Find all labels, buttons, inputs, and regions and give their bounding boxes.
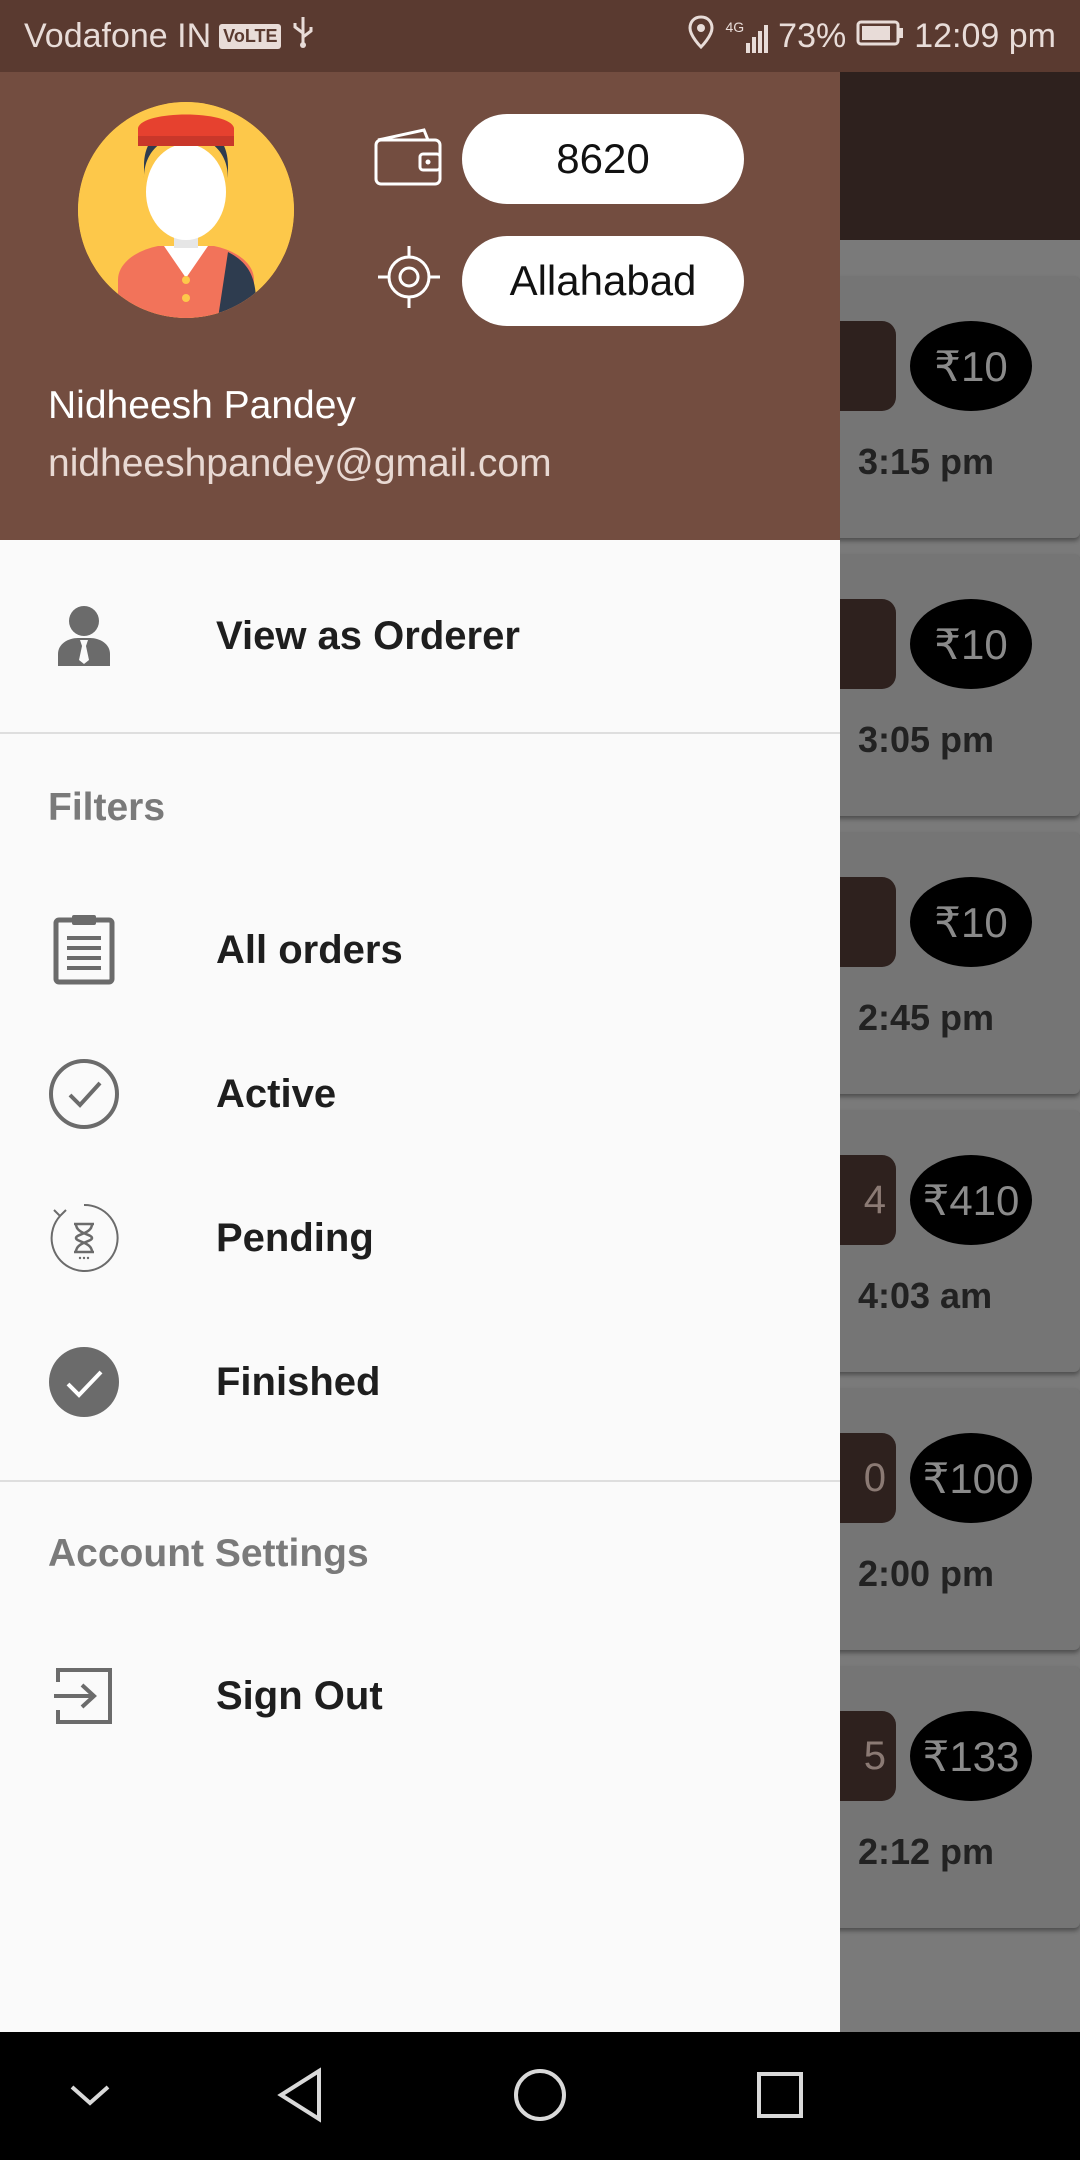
sign-out-item[interactable]: Sign Out (0, 1636, 840, 1756)
order-price: ₹10 (910, 877, 1032, 967)
order-time: 3:05 pm (858, 719, 995, 760)
order-card[interactable]: 4 ₹410 4:03 am (800, 1110, 1080, 1372)
filter-pending[interactable]: Pending (0, 1178, 840, 1298)
order-time: 3:15 pm (858, 441, 995, 482)
view-as-orderer-label: View as Orderer (216, 613, 520, 658)
filter-label: Pending (216, 1215, 374, 1260)
check-circle-filled-icon (48, 1346, 120, 1418)
hide-nav-button[interactable] (55, 2062, 125, 2132)
filters-section-title: Filters (48, 786, 166, 829)
navigation-drawer: 8620 Allahabad Nidheesh Pandey nidheeshp… (0, 72, 840, 2032)
order-time: 2:45 pm (858, 997, 995, 1038)
drawer-header: 8620 Allahabad Nidheesh Pandey nidheeshp… (0, 72, 840, 540)
order-time: 2:12 pm (858, 1831, 995, 1872)
filter-label: All orders (216, 927, 403, 972)
filter-label: Finished (216, 1359, 381, 1404)
system-nav-bar (0, 2032, 1080, 2160)
battery-percent: 73% (778, 16, 847, 55)
battery-icon (856, 17, 904, 56)
sign-out-label: Sign Out (216, 1673, 383, 1718)
divider (0, 1480, 840, 1482)
home-circle-icon (512, 2067, 568, 2128)
order-time: 4:03 am (858, 1275, 993, 1316)
location-target-icon (376, 244, 442, 310)
order-price: ₹410 (910, 1155, 1032, 1245)
location-icon (687, 14, 715, 58)
account-settings-section-title: Account Settings (48, 1532, 369, 1575)
recents-button[interactable] (745, 2062, 815, 2132)
check-circle-outline-icon (48, 1058, 120, 1130)
carrier-name: Vodafone IN (24, 16, 212, 55)
sign-out-icon (48, 1660, 120, 1732)
filter-finished[interactable]: Finished (0, 1322, 840, 1442)
order-card[interactable]: ₹10 2:45 pm (800, 832, 1080, 1094)
order-card[interactable]: ₹10 3:05 pm (800, 554, 1080, 816)
filter-label: Active (216, 1071, 337, 1116)
order-price: ₹133 (910, 1711, 1032, 1801)
filter-active[interactable]: Active (0, 1034, 840, 1154)
status-bar: Vodafone IN VoLTE 4G 73% 12:09 pm (0, 0, 1080, 72)
wallet-balance[interactable]: 8620 (462, 114, 744, 204)
back-button[interactable] (265, 2062, 335, 2132)
order-price: ₹10 (910, 599, 1032, 689)
city-selector[interactable]: Allahabad (462, 236, 744, 326)
wallet-icon (372, 126, 444, 188)
clock: 12:09 pm (914, 16, 1056, 55)
signal-icon: 4G (725, 19, 769, 53)
user-name: Nidheesh Pandey (48, 384, 356, 427)
view-as-orderer-item[interactable]: View as Orderer (0, 576, 840, 696)
order-price: ₹10 (910, 321, 1032, 411)
order-card[interactable]: 5 ₹133 2:12 pm (800, 1666, 1080, 1928)
order-card[interactable]: ₹10 3:15 pm (800, 276, 1080, 538)
back-triangle-icon (275, 2066, 325, 2128)
clipboard-icon (48, 914, 120, 986)
chevron-down-icon (68, 2081, 112, 2114)
person-tie-icon (48, 600, 120, 672)
usb-icon (289, 15, 317, 58)
order-card[interactable]: 0 ₹100 2:00 pm (800, 1388, 1080, 1650)
network-type: 4G (725, 19, 745, 35)
home-button[interactable] (505, 2062, 575, 2132)
divider (0, 732, 840, 734)
hourglass-icon (48, 1202, 120, 1274)
recents-square-icon (755, 2070, 805, 2125)
filter-all-orders[interactable]: All orders (0, 890, 840, 1010)
order-price: ₹100 (910, 1433, 1032, 1523)
avatar[interactable] (78, 102, 294, 318)
order-time: 2:00 pm (858, 1553, 995, 1594)
volte-badge: VoLTE (219, 23, 282, 49)
user-email: nidheeshpandey@gmail.com (48, 442, 552, 485)
